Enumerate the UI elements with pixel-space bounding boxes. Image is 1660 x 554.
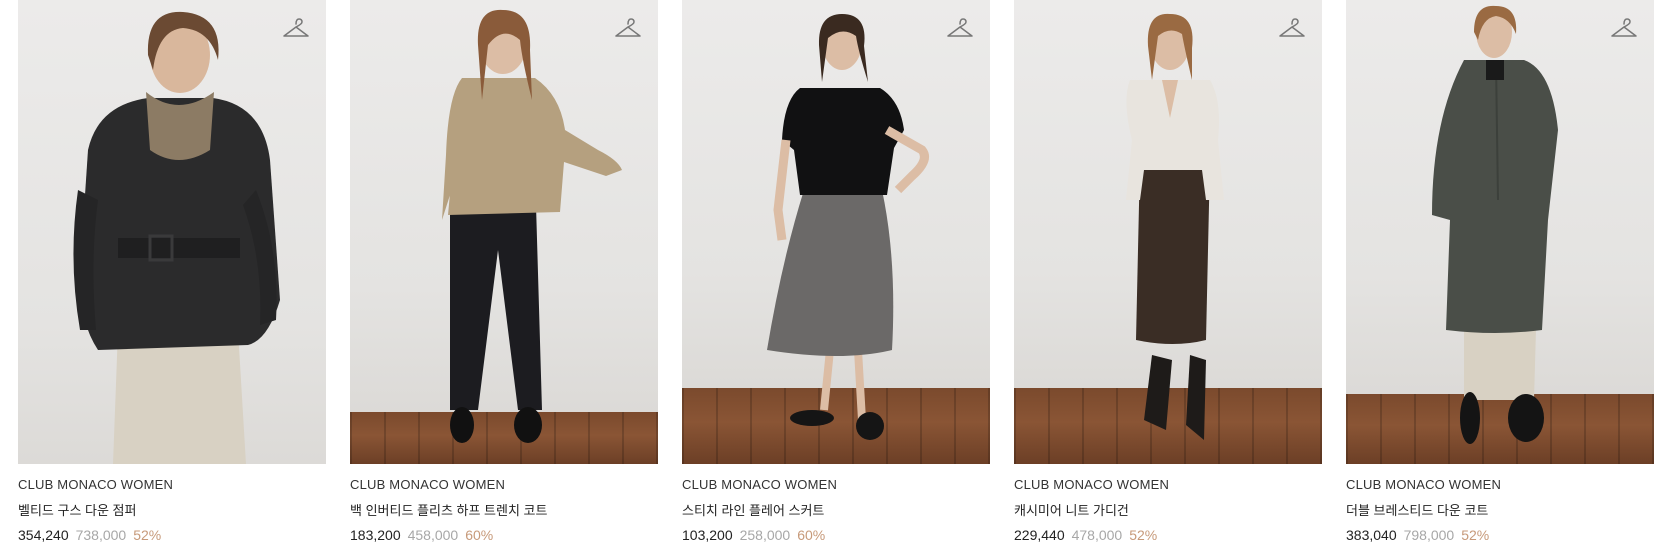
brand-name[interactable]: CLUB MONACO WOMEN xyxy=(350,477,658,492)
brand-name[interactable]: CLUB MONACO WOMEN xyxy=(1346,477,1654,492)
model-figure xyxy=(1432,5,1558,444)
price-row: 183,200 458,000 60% xyxy=(350,527,658,543)
sale-price: 183,200 xyxy=(350,527,401,543)
discount-rate: 60% xyxy=(465,527,494,543)
price-row: 229,440 478,000 52% xyxy=(1014,527,1322,543)
hanger-icon[interactable] xyxy=(282,16,310,42)
product-name[interactable]: 스티치 라인 플레어 스커트 xyxy=(682,500,990,519)
sale-price: 229,440 xyxy=(1014,527,1065,543)
hanger-icon[interactable] xyxy=(1610,16,1638,42)
discount-rate: 60% xyxy=(797,527,826,543)
product-image[interactable] xyxy=(1014,0,1322,464)
sale-price: 383,040 xyxy=(1346,527,1397,543)
hanger-icon[interactable] xyxy=(946,16,974,42)
product-image[interactable] xyxy=(350,0,658,464)
brand-name[interactable]: CLUB MONACO WOMEN xyxy=(18,477,326,492)
model-figure xyxy=(442,9,622,443)
price-row: 354,240 738,000 52% xyxy=(18,527,326,543)
product-grid: CLUB MONACO WOMEN 벨티드 구스 다운 점퍼 354,240 73… xyxy=(0,0,1660,554)
product-name[interactable]: 백 인버티드 플리츠 하프 트렌치 코트 xyxy=(350,500,658,519)
hanger-icon[interactable] xyxy=(614,16,642,42)
product-card[interactable]: CLUB MONACO WOMEN 더블 브레스티드 다운 코트 383,040… xyxy=(1346,0,1654,543)
product-name[interactable]: 더블 브레스티드 다운 코트 xyxy=(1346,500,1654,519)
original-price: 458,000 xyxy=(407,527,459,543)
model-figure xyxy=(767,14,929,440)
product-card[interactable]: CLUB MONACO WOMEN 캐시미어 니트 가디건 229,440 478… xyxy=(1014,0,1322,543)
product-image[interactable] xyxy=(682,0,990,464)
hanger-icon[interactable] xyxy=(1278,16,1306,42)
model-figure xyxy=(73,11,281,464)
product-name[interactable]: 벨티드 구스 다운 점퍼 xyxy=(18,500,326,519)
brand-name[interactable]: CLUB MONACO WOMEN xyxy=(682,477,990,492)
product-name[interactable]: 캐시미어 니트 가디건 xyxy=(1014,500,1322,519)
price-row: 383,040 798,000 52% xyxy=(1346,527,1654,543)
discount-rate: 52% xyxy=(1129,527,1158,543)
product-image[interactable] xyxy=(18,0,326,464)
product-image[interactable] xyxy=(1346,0,1654,464)
sale-price: 354,240 xyxy=(18,527,69,543)
sale-price: 103,200 xyxy=(682,527,733,543)
original-price: 798,000 xyxy=(1403,527,1455,543)
original-price: 258,000 xyxy=(739,527,791,543)
product-card[interactable]: CLUB MONACO WOMEN 스티치 라인 플레어 스커트 103,200… xyxy=(682,0,990,543)
original-price: 738,000 xyxy=(75,527,127,543)
product-card[interactable]: CLUB MONACO WOMEN 백 인버티드 플리츠 하프 트렌치 코트 1… xyxy=(350,0,658,543)
discount-rate: 52% xyxy=(133,527,162,543)
model-figure xyxy=(1126,13,1224,440)
discount-rate: 52% xyxy=(1461,527,1490,543)
brand-name[interactable]: CLUB MONACO WOMEN xyxy=(1014,477,1322,492)
price-row: 103,200 258,000 60% xyxy=(682,527,990,543)
original-price: 478,000 xyxy=(1071,527,1123,543)
product-card[interactable]: CLUB MONACO WOMEN 벨티드 구스 다운 점퍼 354,240 73… xyxy=(18,0,326,543)
